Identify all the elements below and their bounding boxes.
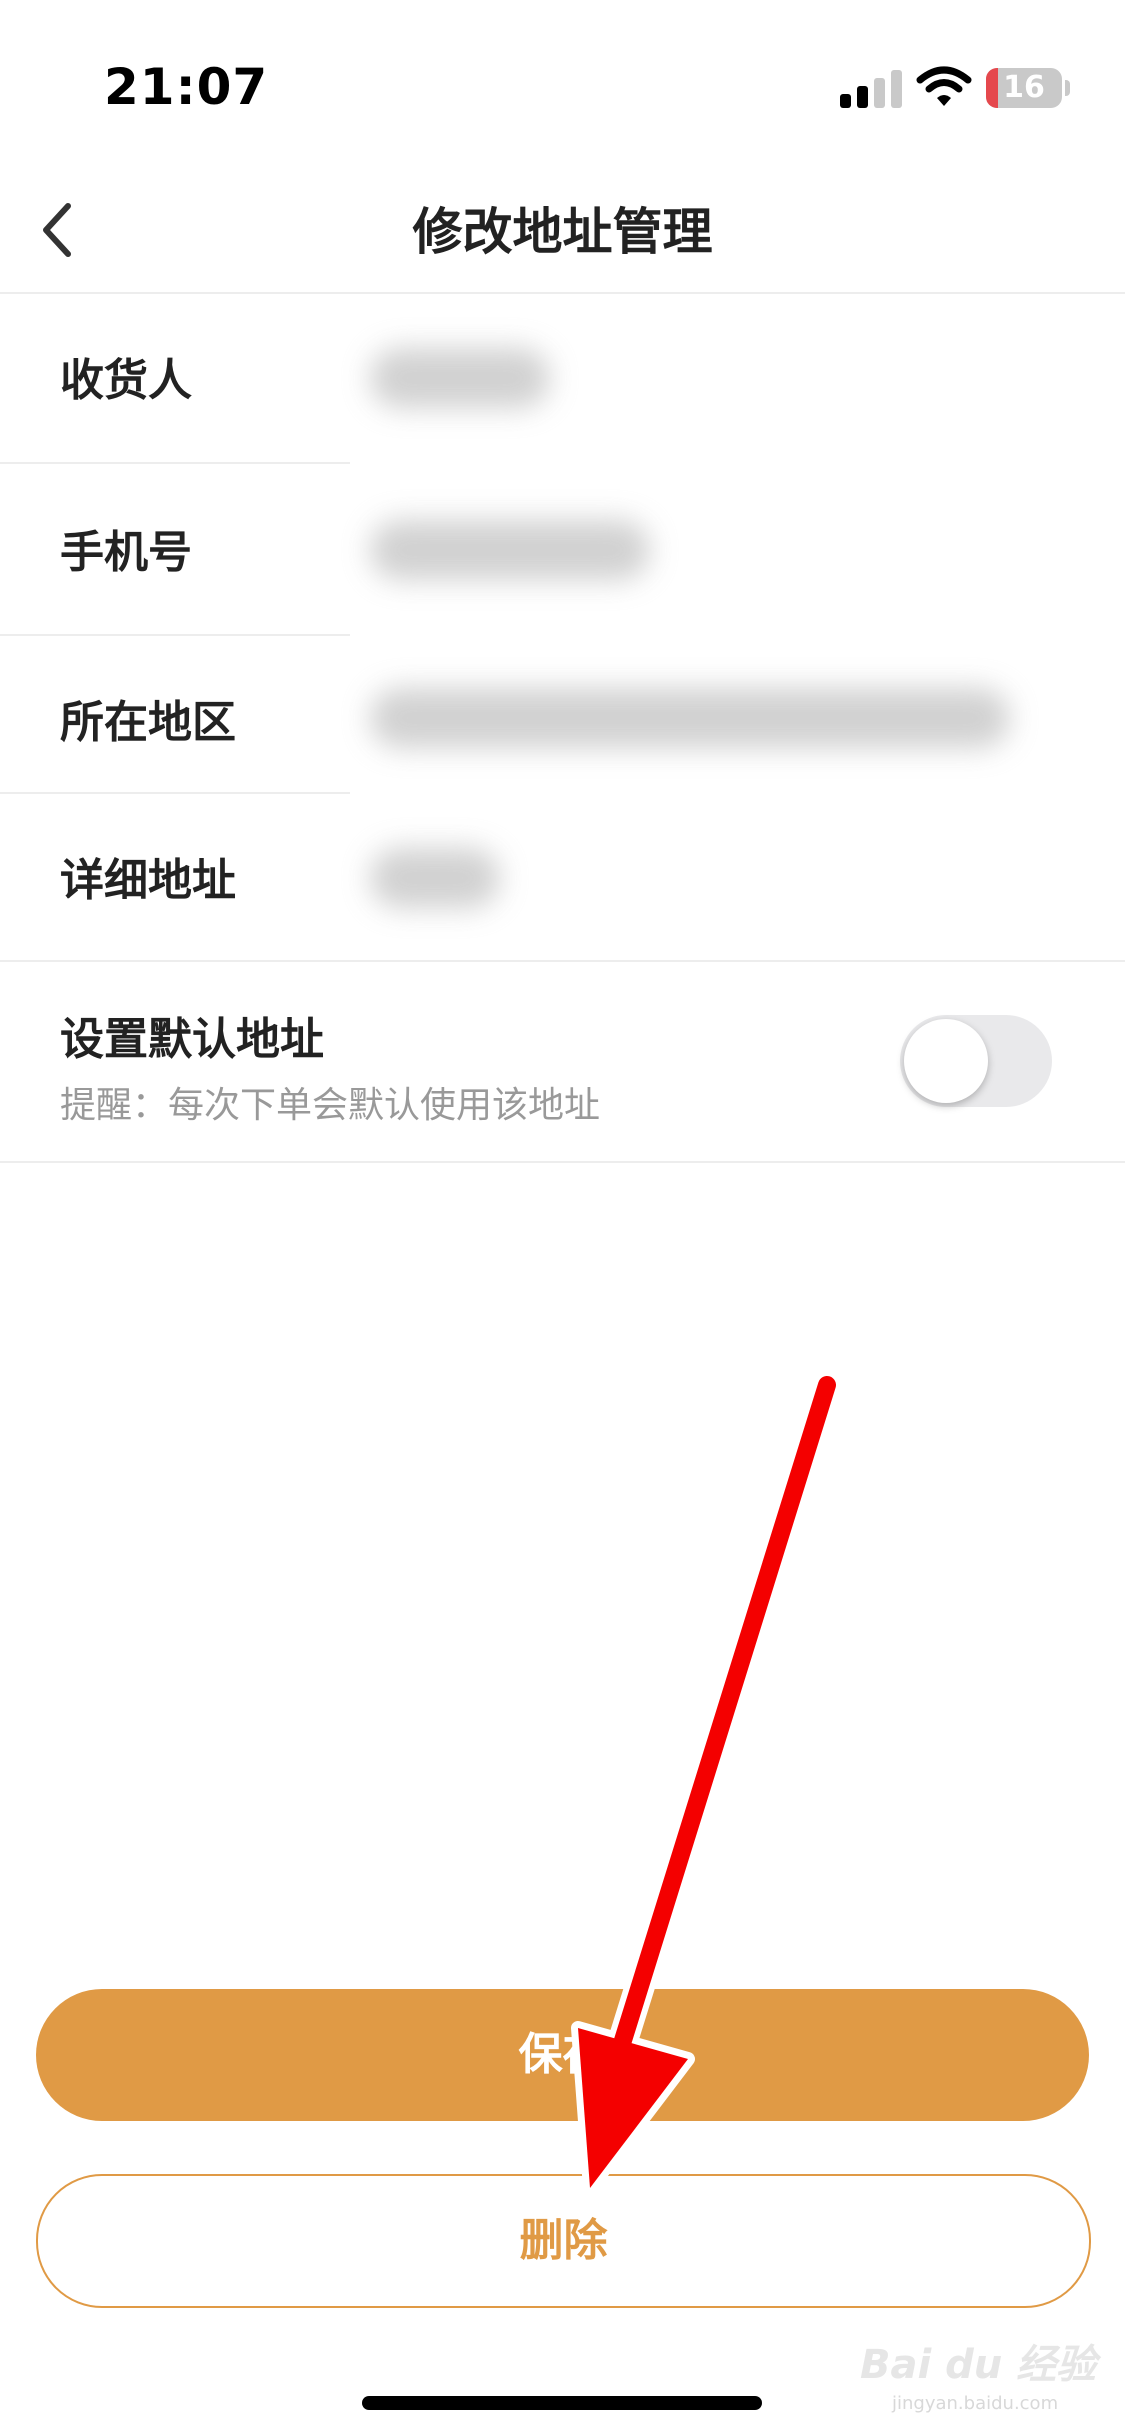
phone-value-blurred[interactable]: [370, 520, 650, 580]
divider: [0, 960, 1125, 962]
detail-address-label: 详细地址: [60, 855, 236, 906]
nav-bar: 修改地址管理: [0, 170, 1125, 294]
watermark-url: jingyan.baidu.com: [892, 2393, 1059, 2414]
status-time: 21:07: [104, 58, 269, 116]
battery-percent: 16: [1003, 70, 1045, 105]
save-button[interactable]: 保存: [36, 1989, 1089, 2121]
region-row[interactable]: 所在地区: [0, 636, 1125, 792]
receiver-value-blurred[interactable]: [370, 348, 550, 408]
receiver-row[interactable]: 收货人: [0, 294, 1125, 462]
region-value-blurred[interactable]: [370, 688, 1010, 748]
delete-button[interactable]: 删除: [36, 2174, 1091, 2308]
wifi-icon: [916, 66, 972, 106]
phone-row[interactable]: 手机号: [0, 464, 1125, 634]
detail-address-row[interactable]: 详细地址: [0, 794, 1125, 960]
battery-icon: 16: [986, 68, 1062, 108]
status-bar: 21:07 16: [0, 0, 1125, 170]
page-title: 修改地址管理: [412, 203, 713, 261]
battery-cap: [1065, 80, 1070, 96]
home-indicator: [362, 2396, 762, 2410]
default-address-toggle[interactable]: [900, 1015, 1052, 1107]
phone-label: 手机号: [60, 527, 192, 578]
default-address-title: 设置默认地址: [60, 1014, 324, 1065]
receiver-label: 收货人: [60, 355, 192, 406]
divider: [0, 1161, 1125, 1163]
default-address-hint: 提醒：每次下单会默认使用该地址: [60, 1085, 601, 1126]
toggle-knob: [904, 1019, 988, 1103]
watermark-logo: Bai du 经验: [860, 2342, 1097, 2388]
cellular-signal-icon: [840, 70, 902, 108]
region-label: 所在地区: [60, 697, 236, 748]
detail-address-value-blurred[interactable]: [370, 848, 500, 908]
